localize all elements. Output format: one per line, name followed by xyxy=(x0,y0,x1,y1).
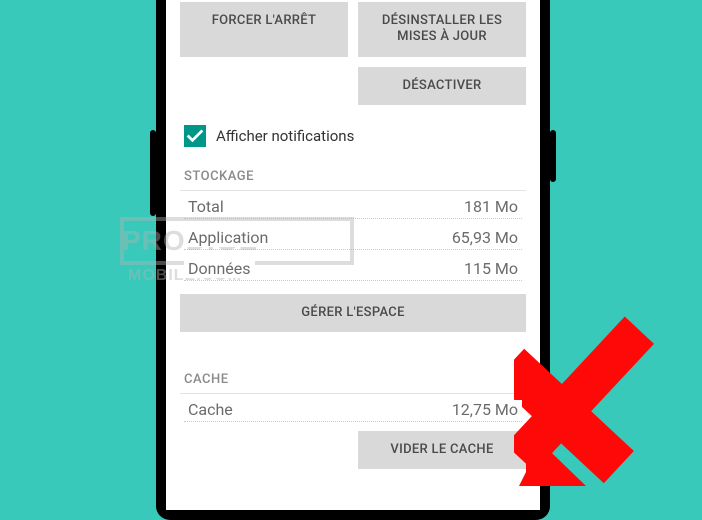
storage-section-title: STOCKAGE xyxy=(184,169,522,184)
clear-cache-button[interactable]: VIDER LE CACHE xyxy=(358,431,526,469)
cache-label: Cache xyxy=(184,400,237,419)
storage-app-row: Application 65,93 Mo xyxy=(180,222,526,253)
cache-row: Cache 12,75 Mo xyxy=(180,394,526,425)
force-stop-button[interactable]: FORCER L'ARRÊT xyxy=(180,2,348,57)
storage-app-value: 65,93 Mo xyxy=(448,228,522,247)
storage-app-label: Application xyxy=(184,228,272,247)
storage-total-row: Total 181 Mo xyxy=(180,191,526,222)
show-notifications-row[interactable]: Afficher notifications xyxy=(180,115,526,153)
disable-button[interactable]: DÉSACTIVER xyxy=(358,67,526,105)
screen: FORCER L'ARRÊT DÉSINSTALLER LES MISES À … xyxy=(166,0,540,510)
storage-data-row: Données 115 Mo xyxy=(180,253,526,284)
manage-space-button[interactable]: GÉRER L'ESPACE xyxy=(180,294,526,332)
storage-data-value: 115 Mo xyxy=(460,259,522,278)
storage-total-value: 181 Mo xyxy=(460,197,522,216)
phone-frame: FORCER L'ARRÊT DÉSINSTALLER LES MISES À … xyxy=(156,0,550,520)
cache-value: 12,75 Mo xyxy=(448,400,522,419)
storage-data-label: Données xyxy=(184,259,255,278)
show-notifications-label: Afficher notifications xyxy=(216,127,354,145)
cache-section-title: CACHE xyxy=(184,372,522,387)
storage-total-label: Total xyxy=(184,197,228,216)
show-notifications-checkbox[interactable] xyxy=(184,125,206,147)
uninstall-updates-button[interactable]: DÉSINSTALLER LES MISES À JOUR xyxy=(358,2,526,57)
